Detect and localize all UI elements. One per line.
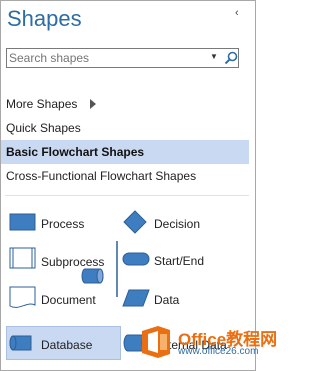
- collapse-panel-icon[interactable]: ‹: [235, 7, 239, 19]
- shapes-panel: Shapes ‹ ▼ More Shapes Quick Shapes Basi…: [0, 0, 277, 371]
- direct-data-icon: [81, 268, 104, 284]
- nav-quick-shapes-label: Quick Shapes: [6, 121, 81, 135]
- shape-decision[interactable]: Decision: [122, 209, 232, 237]
- search-box[interactable]: ▼: [6, 48, 239, 68]
- watermark: Office教程网 www.office26.com: [136, 323, 277, 363]
- shape-process[interactable]: Process: [9, 211, 114, 235]
- start-end-shape-icon: [122, 252, 150, 266]
- shape-label: Process: [41, 217, 85, 231]
- nav-more-shapes-label: More Shapes: [6, 97, 78, 111]
- divider: [5, 195, 249, 196]
- shape-database[interactable]: Database: [9, 330, 119, 358]
- subprocess-shape-icon: [9, 247, 36, 269]
- shape-label: Start/End: [154, 254, 205, 268]
- shape-label: Document: [41, 293, 96, 307]
- shape-label: Decision: [154, 217, 201, 231]
- shape-start-end[interactable]: Start/End: [122, 249, 232, 273]
- nav-more-shapes[interactable]: More Shapes: [1, 92, 249, 116]
- nav-basic-flowchart-label: Basic Flowchart Shapes: [6, 145, 145, 159]
- search-dropdown-icon[interactable]: ▼: [210, 52, 218, 61]
- search-icon[interactable]: [223, 50, 239, 66]
- document-shape-icon: [9, 286, 36, 308]
- connector-line-icon: [116, 241, 118, 297]
- search-input[interactable]: [9, 50, 199, 66]
- nav-basic-flowchart-shapes[interactable]: Basic Flowchart Shapes: [1, 140, 249, 164]
- data-shape-icon: [122, 289, 150, 307]
- nav-cross-functional-label: Cross-Functional Flowchart Shapes: [6, 169, 197, 183]
- database-shape-icon: [9, 335, 32, 351]
- panel-title: Shapes: [7, 6, 82, 31]
- office-logo-icon: [142, 326, 170, 358]
- process-shape-icon: [9, 213, 36, 231]
- decision-shape-icon: [123, 210, 147, 234]
- chevron-right-icon: [90, 99, 96, 109]
- shape-document[interactable]: Document: [9, 285, 114, 313]
- shape-label: Database: [41, 338, 93, 352]
- shape-label: Data: [154, 293, 180, 307]
- shape-data[interactable]: Data: [122, 287, 232, 311]
- nav-quick-shapes[interactable]: Quick Shapes: [1, 116, 249, 140]
- watermark-url: www.office26.com: [178, 346, 259, 357]
- nav-cross-functional-shapes[interactable]: Cross-Functional Flowchart Shapes: [1, 164, 249, 188]
